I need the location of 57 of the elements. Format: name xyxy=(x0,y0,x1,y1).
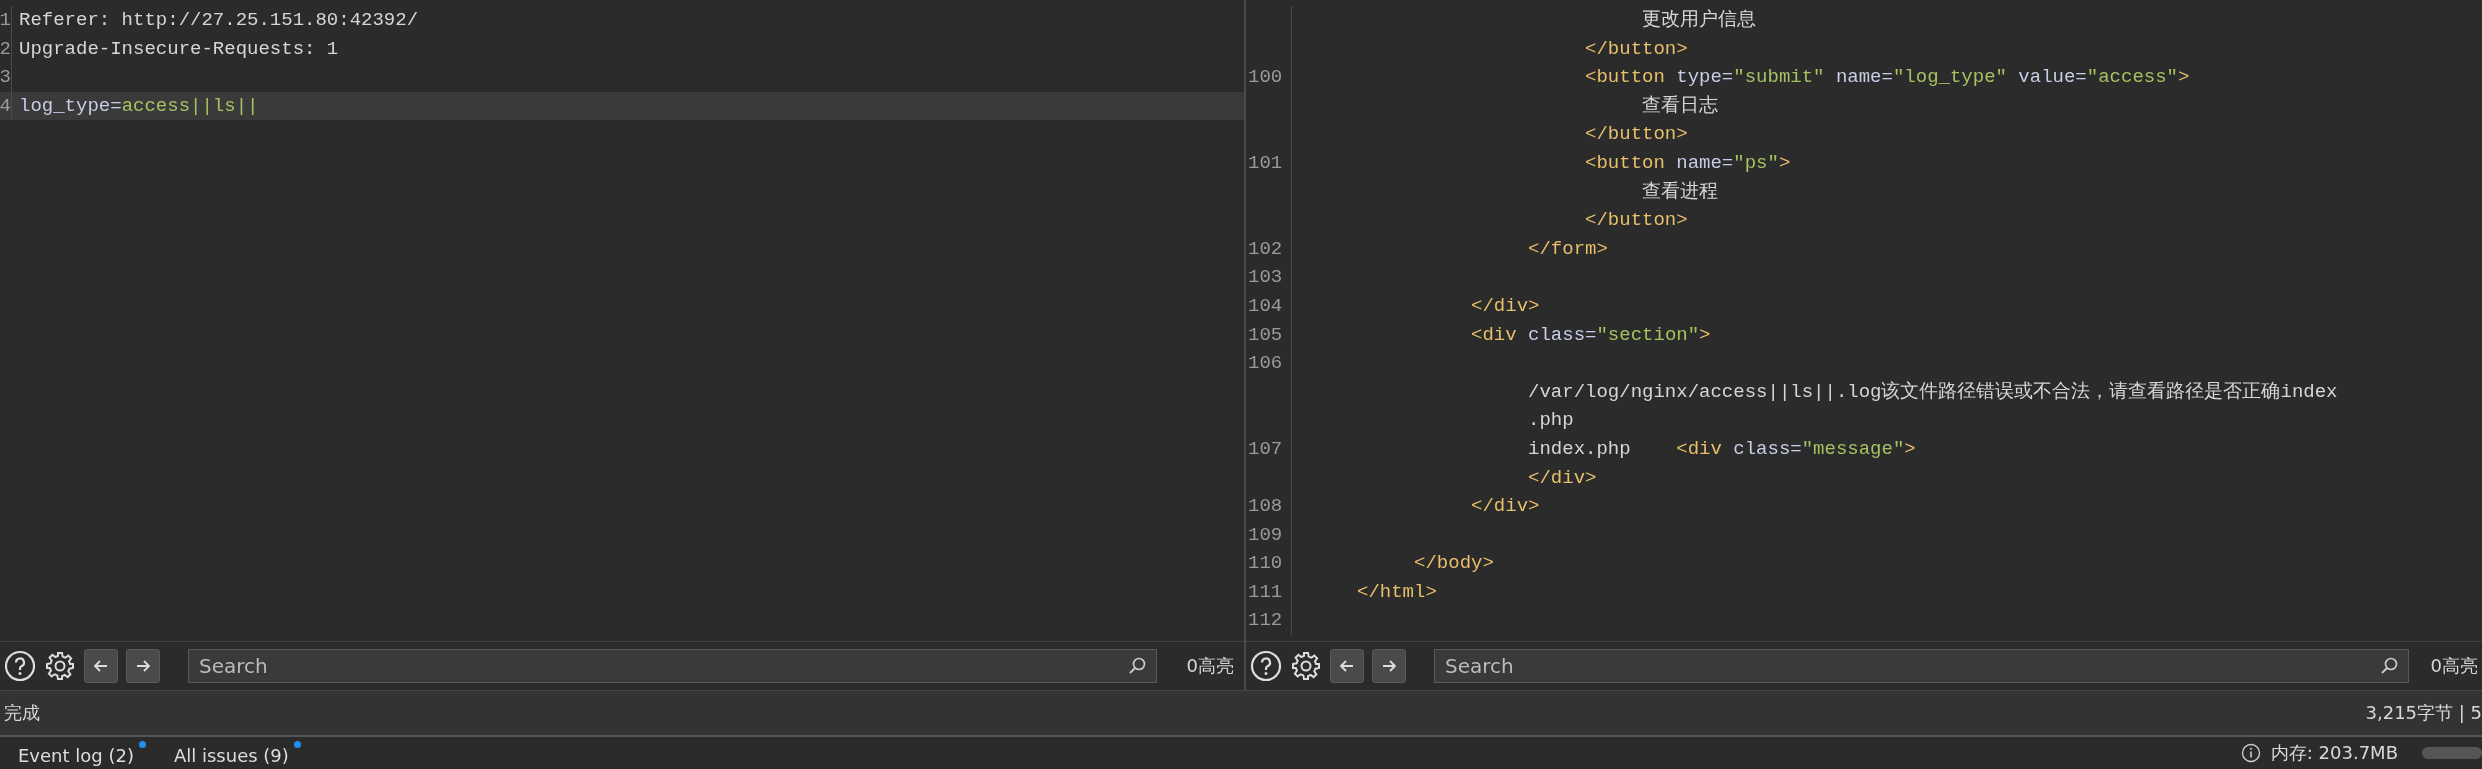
status-text: 完成 xyxy=(4,701,40,725)
code-line: </html> xyxy=(1356,579,1437,605)
code-line: <div class="section"> xyxy=(1470,322,1711,348)
bottom-tab[interactable]: All issues (9) xyxy=(169,740,297,766)
line-number: 103 xyxy=(1246,263,1292,292)
memory-bar xyxy=(2422,747,2482,759)
back-button[interactable] xyxy=(84,649,118,683)
settings-icon[interactable] xyxy=(1290,650,1322,682)
code-line: Referer: http://27.25.151.80:42392/ xyxy=(19,8,419,33)
search-field[interactable]: Search xyxy=(1434,649,2409,683)
line-number: 110 xyxy=(1246,549,1292,578)
code-line: log_type=access||ls|| xyxy=(19,93,259,119)
code-line: 查看日志 xyxy=(1641,93,1719,119)
back-button[interactable] xyxy=(1330,649,1364,683)
line-number: 104 xyxy=(1246,291,1292,321)
line-number: 105 xyxy=(1246,320,1292,350)
code-line: .php xyxy=(1527,408,1574,434)
code-line: </button> xyxy=(1584,122,1688,148)
code-line: <button type="submit" name="log_type" value="access"> xyxy=(1584,65,2190,91)
line-number: 101 xyxy=(1246,148,1292,178)
settings-icon[interactable] xyxy=(44,650,76,682)
line-number: 2 xyxy=(0,34,12,64)
bottom-tab[interactable]: Event log (2) xyxy=(14,740,142,766)
code-line: 查看进程 xyxy=(1641,179,1719,205)
code-line: 更改用户信息 xyxy=(1641,8,1757,33)
line-number: 107 xyxy=(1246,434,1292,464)
response-size: 3,215字节 | 5 xyxy=(2365,701,2482,725)
line-number: 109 xyxy=(1246,520,1292,550)
code-line: /var/log/nginx/access||ls||.log该文件路径错误或不合法，请查看路径是否正确index xyxy=(1527,379,2338,405)
code-line: </button> xyxy=(1584,208,1688,234)
help-icon[interactable] xyxy=(4,650,36,682)
highlight-count: 0高亮 xyxy=(2429,654,2478,678)
search-field[interactable]: Search xyxy=(188,649,1157,683)
code-line: </form> xyxy=(1527,236,1608,262)
info-icon xyxy=(2240,743,2261,763)
line-number: 4 xyxy=(0,91,12,121)
code-line: </div> xyxy=(1470,293,1540,319)
code-line: </div> xyxy=(1470,494,1540,520)
highlight-count: 0高亮 xyxy=(1185,654,1235,678)
memory-usage: 内存: 203.7MB xyxy=(2270,741,2398,765)
code-line: </button> xyxy=(1584,36,1688,62)
line-number: 1 xyxy=(0,6,12,35)
code-line: index.php <div class="message"> xyxy=(1527,436,1916,462)
forward-button[interactable] xyxy=(1372,649,1406,683)
line-number: 100 xyxy=(1246,63,1292,92)
line-number: 106 xyxy=(1246,349,1292,378)
line-number: 112 xyxy=(1246,606,1292,636)
help-icon[interactable] xyxy=(1250,650,1282,682)
line-number: 102 xyxy=(1246,234,1292,264)
code-line: </body> xyxy=(1413,551,1494,577)
line-number: 3 xyxy=(0,63,12,92)
code-line: </div> xyxy=(1527,465,1597,491)
code-line: <button name="ps"> xyxy=(1584,150,1791,176)
line-number: 111 xyxy=(1246,577,1292,607)
forward-button[interactable] xyxy=(126,649,160,683)
code-line: Upgrade-Insecure-Requests: 1 xyxy=(19,36,339,62)
line-number: 108 xyxy=(1246,492,1292,521)
